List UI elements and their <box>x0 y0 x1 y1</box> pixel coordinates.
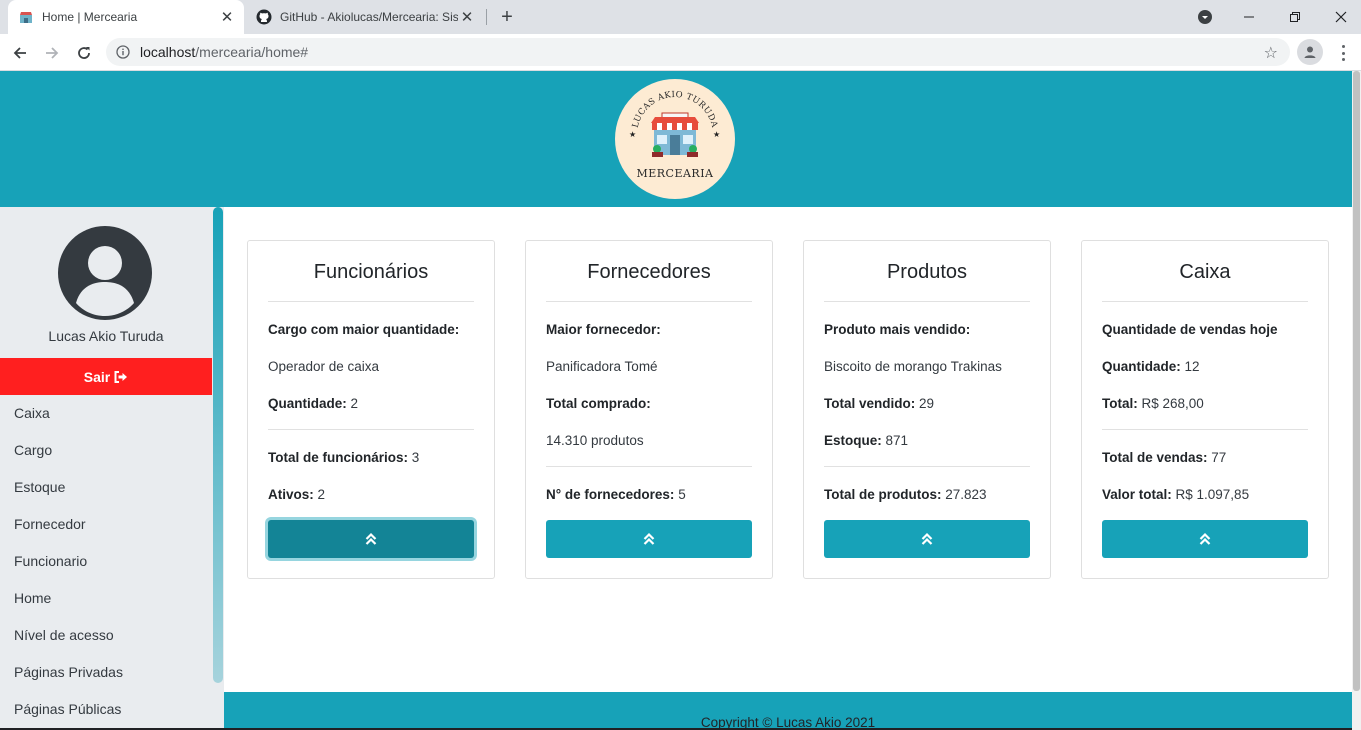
divider <box>824 466 1030 467</box>
card-line: Maior fornecedor: <box>546 322 661 337</box>
card-line: Operador de caixa <box>268 359 380 374</box>
card-line: Total: R$ 268,00 <box>1102 396 1204 411</box>
user-avatar-icon <box>58 226 152 320</box>
logo-graphic: LUCAS AKIO TURUDA ★ ★ <box>629 90 720 157</box>
tab-github[interactable]: GitHub - Akiolucas/Mercearia: Sis ✕ <box>248 0 484 34</box>
sidebar-item-fornecedor[interactable]: Fornecedor <box>0 506 212 543</box>
card-caixa: Caixa Quantidade de vendas hoje Quantida… <box>1081 240 1329 579</box>
sidebar-item-paginas-publicas[interactable]: Páginas Públicas <box>0 691 212 728</box>
card-line: Total vendido: 29 <box>824 396 935 411</box>
card-fornecedores: Fornecedores Maior fornecedor: Panificad… <box>525 240 773 579</box>
tab-title: Home | Mercearia <box>42 10 138 24</box>
fornecedores-expand-button[interactable] <box>546 520 752 558</box>
card-title: Fornecedores <box>587 261 711 283</box>
divider <box>268 301 474 302</box>
card-title: Caixa <box>1179 261 1231 283</box>
logout-label: Sair <box>83 368 111 385</box>
divider <box>268 429 474 430</box>
card-line: Ativos: 2 <box>268 487 326 502</box>
address-bar-row: localhost/mercearia/home# ☆ <box>0 34 1361 71</box>
divider <box>546 466 752 467</box>
double-chevron-up-icon <box>921 532 933 545</box>
tab-search-icon[interactable] <box>1182 0 1228 34</box>
sidebar-item-caixa[interactable]: Caixa <box>0 395 212 432</box>
profile-avatar-icon[interactable] <box>1297 39 1323 65</box>
caixa-expand-button[interactable] <box>1102 520 1308 558</box>
new-tab-icon[interactable]: + <box>496 6 518 28</box>
sidebar-item-cargo[interactable]: Cargo <box>0 432 212 469</box>
url-input[interactable]: localhost/mercearia/home# ☆ <box>106 38 1290 66</box>
tab-separator <box>486 9 487 25</box>
card-line: Estoque: 871 <box>824 433 909 448</box>
url-host: localhost <box>140 44 196 60</box>
card-line: Produto mais vendido: <box>824 322 971 337</box>
minimize-icon[interactable] <box>1226 0 1272 34</box>
double-chevron-up-icon <box>1199 532 1211 545</box>
svg-text:★: ★ <box>713 130 720 139</box>
produtos-expand-button[interactable] <box>824 520 1030 558</box>
funcionarios-expand-button[interactable] <box>268 520 474 558</box>
svg-text:★: ★ <box>629 130 636 139</box>
url-path: /mercearia/home# <box>195 44 309 60</box>
divider <box>546 301 752 302</box>
logout-button[interactable]: Sair <box>0 358 212 395</box>
sidebar: Lucas Akio Turuda Sair Caixa Cargo Estoq… <box>0 207 224 730</box>
reload-icon[interactable] <box>70 39 98 67</box>
github-icon <box>256 9 272 25</box>
tab-home-mercearia[interactable]: Home | Mercearia ✕ <box>8 0 244 34</box>
card-line: N° de fornecedores: 5 <box>546 487 686 502</box>
card-line: 14.310 produtos <box>546 433 644 448</box>
tab-close-icon[interactable]: ✕ <box>458 8 476 26</box>
card-line: Quantidade: 12 <box>1102 359 1200 374</box>
sidebar-item-funcionario[interactable]: Funcionario <box>0 543 212 580</box>
double-chevron-up-icon <box>365 532 377 545</box>
page-scrollbar[interactable] <box>1352 71 1361 730</box>
sidebar-username: Lucas Akio Turuda <box>48 328 164 344</box>
divider <box>824 301 1030 302</box>
page-scrollbar-thumb[interactable] <box>1353 71 1360 691</box>
forward-arrow-icon[interactable] <box>38 39 66 67</box>
double-chevron-up-icon <box>643 532 655 545</box>
tab-title: GitHub - Akiolucas/Mercearia: Sis <box>280 10 458 24</box>
card-line: Panificadora Tomé <box>546 359 658 374</box>
sidebar-scrollbar-thumb[interactable] <box>213 207 223 683</box>
bookmark-star-icon[interactable]: ☆ <box>1264 43 1278 63</box>
page-viewport: LUCAS AKIO TURUDA ★ ★ MERCEARIA Lucas Ak… <box>0 71 1361 730</box>
divider <box>1102 301 1308 302</box>
card-line: Valor total: R$ 1.097,85 <box>1102 487 1250 502</box>
card-line: Total de funcionários: 3 <box>268 450 420 465</box>
sidebar-item-nivel-de-acesso[interactable]: Nível de acesso <box>0 617 212 654</box>
site-footer: Copyright © Lucas Akio 2021 <box>224 692 1352 730</box>
tab-close-icon[interactable]: ✕ <box>218 8 236 26</box>
sidebar-item-paginas-privadas[interactable]: Páginas Privadas <box>0 654 212 691</box>
mercearia-logo[interactable]: LUCAS AKIO TURUDA ★ ★ MERCEARIA <box>615 79 735 199</box>
sidebar-menu: Caixa Cargo Estoque Fornecedor Funcionar… <box>0 395 212 728</box>
sidebar-item-home[interactable]: Home <box>0 580 212 617</box>
card-line: Quantidade de vendas hoje <box>1102 322 1278 337</box>
logo-name: MERCEARIA <box>636 167 714 180</box>
restore-icon[interactable] <box>1272 0 1318 34</box>
store-favicon-icon <box>18 9 34 25</box>
card-line: Cargo com maior quantidade: <box>268 322 460 337</box>
card-line: Total de produtos: 27.823 <box>824 487 987 502</box>
browser-tab-bar: Home | Mercearia ✕ GitHub - Akiolucas/Me… <box>0 0 1361 34</box>
sidebar-scrollbar[interactable] <box>212 207 224 730</box>
card-line: Total de vendas: 77 <box>1102 450 1227 465</box>
close-window-icon[interactable] <box>1318 0 1361 34</box>
card-produtos: Produtos Produto mais vendido: Biscoito … <box>803 240 1051 579</box>
sidebar-item-estoque[interactable]: Estoque <box>0 469 212 506</box>
card-title: Funcionários <box>313 261 429 283</box>
card-funcionarios: Funcionários Cargo com maior quantidade:… <box>247 240 495 579</box>
site-header: LUCAS AKIO TURUDA ★ ★ MERCEARIA <box>0 71 1352 207</box>
site-info-icon[interactable] <box>116 45 130 59</box>
card-title: Produtos <box>886 261 968 283</box>
divider <box>1102 429 1308 430</box>
back-arrow-icon[interactable] <box>6 39 34 67</box>
card-line: Quantidade: 2 <box>268 396 359 411</box>
sign-out-icon <box>114 370 128 383</box>
card-line: Biscoito de morango Trakinas <box>824 359 1002 374</box>
browser-menu-icon[interactable] <box>1333 42 1353 64</box>
card-line: Total comprado: <box>546 396 651 411</box>
